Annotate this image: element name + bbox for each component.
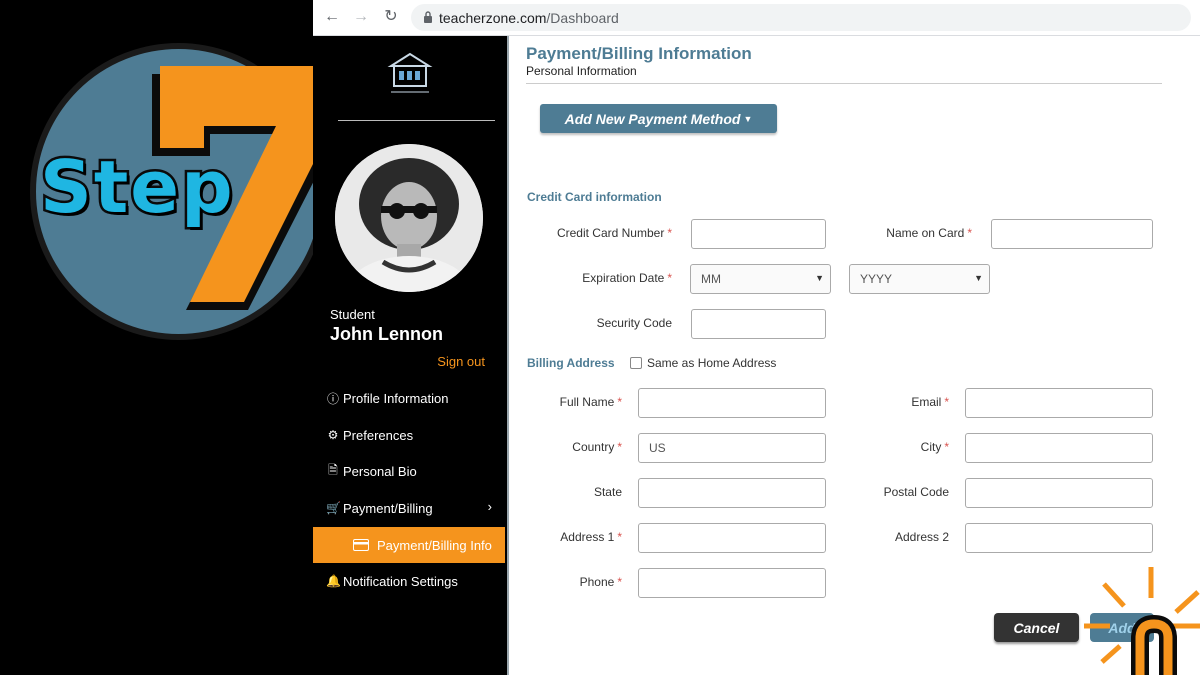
phone-label: Phone * xyxy=(579,575,622,589)
name-on-card-label: Name on Card * xyxy=(886,226,972,240)
sidebar-divider xyxy=(338,120,495,121)
reload-icon[interactable]: ↻ xyxy=(382,8,400,26)
card-number-input[interactable] xyxy=(691,219,826,249)
add-payment-method-button[interactable]: Add New Payment Method ▼ xyxy=(540,104,777,133)
title-divider xyxy=(526,83,1162,84)
step-label: Step xyxy=(38,143,236,232)
address1-input[interactable] xyxy=(638,523,826,553)
page-subtitle: Personal Information xyxy=(526,64,637,78)
same-as-home-checkbox[interactable] xyxy=(630,357,642,369)
sidebar-item-notification-settings[interactable]: 🔔 Notification Settings xyxy=(313,563,505,599)
forward-arrow-icon[interactable]: → xyxy=(352,8,370,26)
country-input[interactable]: US xyxy=(638,433,826,463)
user-role: Student xyxy=(330,307,375,322)
postal-code-input[interactable] xyxy=(965,478,1153,508)
address-bar[interactable]: teacherzone.com/Dashboard xyxy=(411,4,1191,31)
lock-icon xyxy=(424,11,432,23)
same-as-home-label: Same as Home Address xyxy=(647,356,777,370)
full-name-label: Full Name * xyxy=(559,395,622,409)
caret-down-icon: ▼ xyxy=(743,113,753,124)
email-label: Email * xyxy=(911,395,949,409)
name-on-card-input[interactable] xyxy=(991,219,1153,249)
postal-code-label: Postal Code xyxy=(883,485,949,499)
bell-icon: 🔔 xyxy=(326,574,341,588)
chevron-right-icon: › xyxy=(487,499,492,514)
state-input[interactable] xyxy=(638,478,826,508)
url-text: teacherzone.com/Dashboard xyxy=(439,10,619,26)
sidebar-item-personal-bio[interactable]: 🗎 Personal Bio xyxy=(313,453,505,489)
credit-card-section-title: Credit Card information xyxy=(527,190,662,204)
address2-label: Address 2 xyxy=(894,530,949,544)
city-label: City * xyxy=(920,440,949,454)
card-number-label: Credit Card Number * xyxy=(556,226,672,240)
full-name-input[interactable] xyxy=(638,388,826,418)
click-highlight-icon xyxy=(1084,567,1200,675)
state-label: State xyxy=(593,485,622,499)
security-code-label: Security Code xyxy=(596,316,672,330)
document-icon: 🗎 xyxy=(328,462,338,477)
phone-input[interactable] xyxy=(638,568,826,598)
billing-address-section-title: Billing Address xyxy=(527,356,615,370)
cart-icon: 🛒 xyxy=(326,501,341,515)
exp-year-select[interactable]: YYYY ▼ xyxy=(849,264,990,294)
city-input[interactable] xyxy=(965,433,1153,463)
user-name: John Lennon xyxy=(330,324,443,344)
address2-input[interactable] xyxy=(965,523,1153,553)
email-input[interactable] xyxy=(965,388,1153,418)
info-circle-icon: ⓘ xyxy=(326,391,339,406)
avatar[interactable] xyxy=(335,144,483,292)
gears-icon: ⚙ xyxy=(327,428,339,442)
dropdown-arrow-icon: ▼ xyxy=(974,273,983,283)
profile-photo xyxy=(335,144,483,292)
address1-label: Address 1 * xyxy=(560,530,622,544)
country-label: Country * xyxy=(572,440,622,454)
browser-toolbar: ← → ↻ teacherzone.com/Dashboard xyxy=(313,0,1200,36)
sidebar-item-payment-billing-info[interactable]: Payment/Billing Info xyxy=(313,527,505,563)
sign-out-link[interactable]: Sign out xyxy=(437,354,485,369)
expiration-label: Expiration Date * xyxy=(582,271,672,285)
exp-month-select[interactable]: MM ▼ xyxy=(690,264,831,294)
security-code-input[interactable] xyxy=(691,309,826,339)
cancel-button[interactable]: Cancel xyxy=(994,613,1079,642)
sidebar-item-profile-information[interactable]: ⓘ Profile Information xyxy=(313,380,505,416)
dropdown-arrow-icon: ▼ xyxy=(815,273,824,283)
sidebar-item-preferences[interactable]: ⚙ Preferences xyxy=(313,417,505,453)
sidebar-item-payment-billing[interactable]: 🛒 Payment/Billing › xyxy=(313,490,505,526)
page-title: Payment/Billing Information xyxy=(526,44,752,63)
credit-card-icon xyxy=(353,539,369,551)
school-logo xyxy=(387,52,433,93)
back-arrow-icon[interactable]: ← xyxy=(323,8,341,26)
sidebar: Student John Lennon Sign out ⓘ Profile I… xyxy=(313,36,505,675)
